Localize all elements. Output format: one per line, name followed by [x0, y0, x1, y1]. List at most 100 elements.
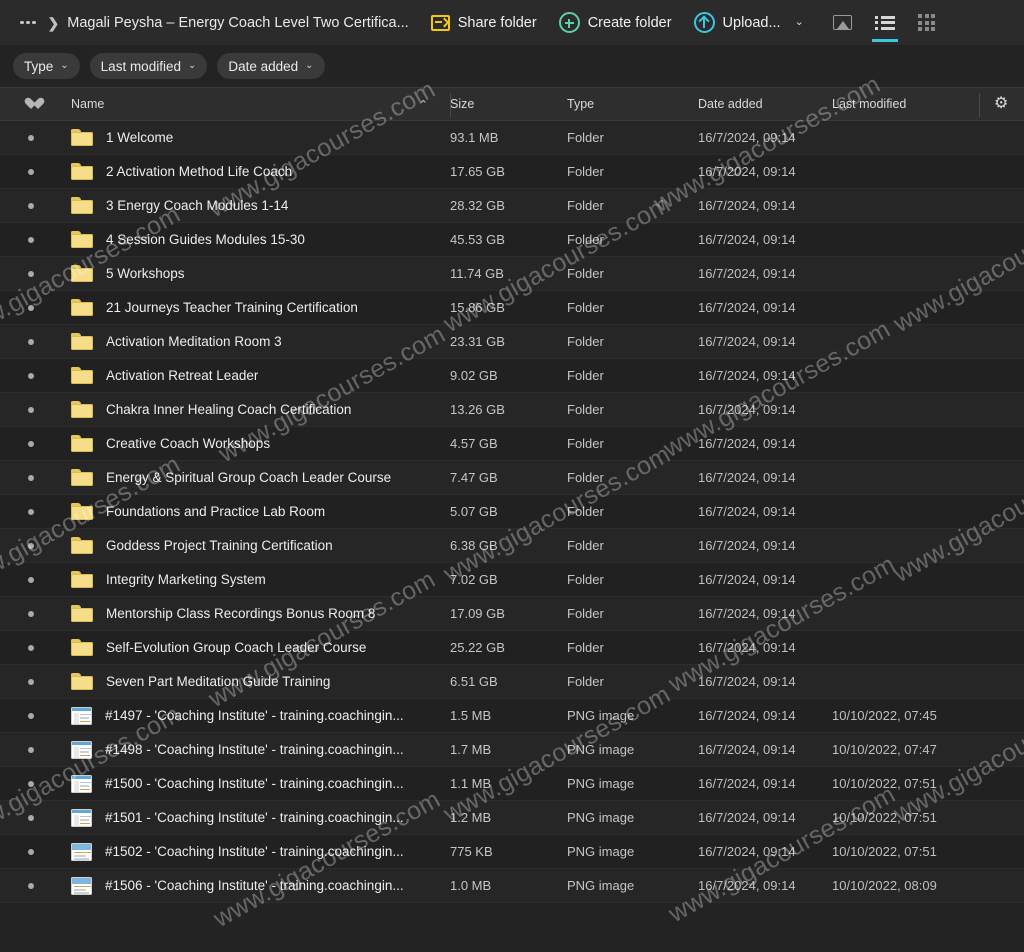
row-favorite-toggle[interactable] [0, 169, 62, 175]
table-row[interactable]: #1500 - 'Coaching Institute' - training.… [0, 767, 1024, 801]
row-favorite-toggle[interactable] [0, 135, 62, 141]
row-favorite-toggle[interactable] [0, 849, 62, 855]
filter-type[interactable]: Type ⌄ [13, 53, 80, 79]
list-view-icon[interactable] [872, 9, 898, 37]
table-row[interactable]: 21 Journeys Teacher Training Certificati… [0, 291, 1024, 325]
empty-area [0, 903, 1024, 952]
table-row[interactable]: #1506 - 'Coaching Institute' - training.… [0, 869, 1024, 903]
column-header-size[interactable]: Size [450, 97, 567, 111]
table-row[interactable]: Self-Evolution Group Coach Leader Course… [0, 631, 1024, 665]
row-favorite-toggle[interactable] [0, 339, 62, 345]
bullet-icon [28, 441, 34, 447]
row-name-cell[interactable]: #1506 - 'Coaching Institute' - training.… [62, 877, 450, 895]
table-row[interactable]: Integrity Marketing System7.02 GBFolder1… [0, 563, 1024, 597]
row-favorite-toggle[interactable] [0, 305, 62, 311]
row-favorite-toggle[interactable] [0, 679, 62, 685]
column-header-favorite[interactable] [0, 98, 62, 110]
row-favorite-toggle[interactable] [0, 543, 62, 549]
row-favorite-toggle[interactable] [0, 815, 62, 821]
row-name-cell[interactable]: Energy & Spiritual Group Coach Leader Co… [62, 469, 450, 486]
row-name-cell[interactable]: #1501 - 'Coaching Institute' - training.… [62, 809, 450, 827]
grid-view-icon[interactable] [914, 9, 940, 37]
row-name-cell[interactable]: #1502 - 'Coaching Institute' - training.… [62, 843, 450, 861]
row-name-cell[interactable]: Self-Evolution Group Coach Leader Course [62, 639, 450, 656]
bullet-icon [28, 169, 34, 175]
upload-button[interactable]: Upload... [694, 12, 781, 33]
row-name-cell[interactable]: Chakra Inner Healing Coach Certification [62, 401, 450, 418]
row-last-modified: 10/10/2022, 07:45 [832, 708, 980, 723]
row-favorite-toggle[interactable] [0, 747, 62, 753]
row-favorite-toggle[interactable] [0, 577, 62, 583]
row-favorite-toggle[interactable] [0, 781, 62, 787]
row-name-cell[interactable]: 3 Energy Coach Modules 1-14 [62, 197, 450, 214]
ellipsis-icon[interactable] [14, 15, 42, 31]
table-row[interactable]: Activation Retreat Leader9.02 GBFolder16… [0, 359, 1024, 393]
row-name-cell[interactable]: #1500 - 'Coaching Institute' - training.… [62, 775, 450, 793]
table-row[interactable]: 1 Welcome93.1 MBFolder16/7/2024, 09:14 [0, 121, 1024, 155]
row-name-cell[interactable]: 5 Workshops [62, 265, 450, 282]
column-header-name[interactable]: Name ⌃ [62, 97, 450, 111]
table-row[interactable]: Mentorship Class Recordings Bonus Room 8… [0, 597, 1024, 631]
row-name-cell[interactable]: Creative Coach Workshops [62, 435, 450, 452]
row-name-cell[interactable]: Activation Meditation Room 3 [62, 333, 450, 350]
table-row[interactable]: 2 Activation Method Life Coach17.65 GBFo… [0, 155, 1024, 189]
row-favorite-toggle[interactable] [0, 373, 62, 379]
row-name-cell[interactable]: #1497 - 'Coaching Institute' - training.… [62, 707, 450, 725]
row-favorite-toggle[interactable] [0, 645, 62, 651]
column-header-last-modified[interactable]: Last modified [832, 97, 980, 111]
row-name-cell[interactable]: Mentorship Class Recordings Bonus Room 8 [62, 605, 450, 622]
filter-last-modified-label: Last modified [101, 59, 181, 74]
share-folder-button[interactable]: Share folder [431, 15, 537, 31]
filter-date-added[interactable]: Date added ⌄ [217, 53, 324, 79]
table-row[interactable]: Energy & Spiritual Group Coach Leader Co… [0, 461, 1024, 495]
row-favorite-toggle[interactable] [0, 441, 62, 447]
row-name-cell[interactable]: 2 Activation Method Life Coach [62, 163, 450, 180]
row-name-cell[interactable]: Foundations and Practice Lab Room [62, 503, 450, 520]
table-body: 1 Welcome93.1 MBFolder16/7/2024, 09:142 … [0, 121, 1024, 903]
table-row[interactable]: Activation Meditation Room 323.31 GBFold… [0, 325, 1024, 359]
row-name-cell[interactable]: 1 Welcome [62, 129, 450, 146]
upload-dropdown-caret-icon[interactable]: ⌄ [795, 17, 804, 28]
row-favorite-toggle[interactable] [0, 203, 62, 209]
table-row[interactable]: Creative Coach Workshops4.57 GBFolder16/… [0, 427, 1024, 461]
table-row[interactable]: Foundations and Practice Lab Room5.07 GB… [0, 495, 1024, 529]
row-favorite-toggle[interactable] [0, 475, 62, 481]
row-name-cell[interactable]: #1498 - 'Coaching Institute' - training.… [62, 741, 450, 759]
column-settings-button[interactable]: ⚙ [980, 96, 1024, 112]
breadcrumb[interactable]: Magali Peysha – Energy Coach Level Two C… [67, 15, 408, 31]
column-header-date-added[interactable]: Date added [698, 97, 832, 111]
row-favorite-toggle[interactable] [0, 611, 62, 617]
table-row[interactable]: 4 Session Guides Modules 15-3045.53 GBFo… [0, 223, 1024, 257]
row-name-cell[interactable]: Integrity Marketing System [62, 571, 450, 588]
row-name-cell[interactable]: Activation Retreat Leader [62, 367, 450, 384]
row-favorite-toggle[interactable] [0, 509, 62, 515]
row-name-cell[interactable]: Seven Part Meditation Guide Training [62, 673, 450, 690]
table-row[interactable]: 3 Energy Coach Modules 1-1428.32 GBFolde… [0, 189, 1024, 223]
table-row[interactable]: Seven Part Meditation Guide Training6.51… [0, 665, 1024, 699]
row-favorite-toggle[interactable] [0, 407, 62, 413]
table-row[interactable]: #1501 - 'Coaching Institute' - training.… [0, 801, 1024, 835]
row-favorite-toggle[interactable] [0, 271, 62, 277]
row-name-cell[interactable]: 21 Journeys Teacher Training Certificati… [62, 299, 450, 316]
row-name-cell[interactable]: 4 Session Guides Modules 15-30 [62, 231, 450, 248]
image-view-icon[interactable] [830, 9, 856, 37]
row-name-label: Foundations and Practice Lab Room [106, 504, 325, 519]
table-row[interactable]: #1502 - 'Coaching Institute' - training.… [0, 835, 1024, 869]
row-favorite-toggle[interactable] [0, 883, 62, 889]
row-date-added: 16/7/2024, 09:14 [698, 776, 832, 791]
create-folder-button[interactable]: Create folder [559, 12, 672, 33]
row-name-cell[interactable]: Goddess Project Training Certification [62, 537, 450, 554]
table-row[interactable]: #1497 - 'Coaching Institute' - training.… [0, 699, 1024, 733]
folder-icon [71, 639, 93, 656]
table-row[interactable]: #1498 - 'Coaching Institute' - training.… [0, 733, 1024, 767]
table-row[interactable]: 5 Workshops11.74 GBFolder16/7/2024, 09:1… [0, 257, 1024, 291]
row-favorite-toggle[interactable] [0, 237, 62, 243]
table-row[interactable]: Goddess Project Training Certification6.… [0, 529, 1024, 563]
row-favorite-toggle[interactable] [0, 713, 62, 719]
filter-last-modified[interactable]: Last modified ⌄ [90, 53, 208, 79]
table-row[interactable]: Chakra Inner Healing Coach Certification… [0, 393, 1024, 427]
row-date-added: 16/7/2024, 09:14 [698, 708, 832, 723]
row-last-modified: 10/10/2022, 07:47 [832, 742, 980, 757]
column-header-name-label: Name [71, 97, 104, 111]
column-header-type[interactable]: Type [567, 97, 698, 111]
